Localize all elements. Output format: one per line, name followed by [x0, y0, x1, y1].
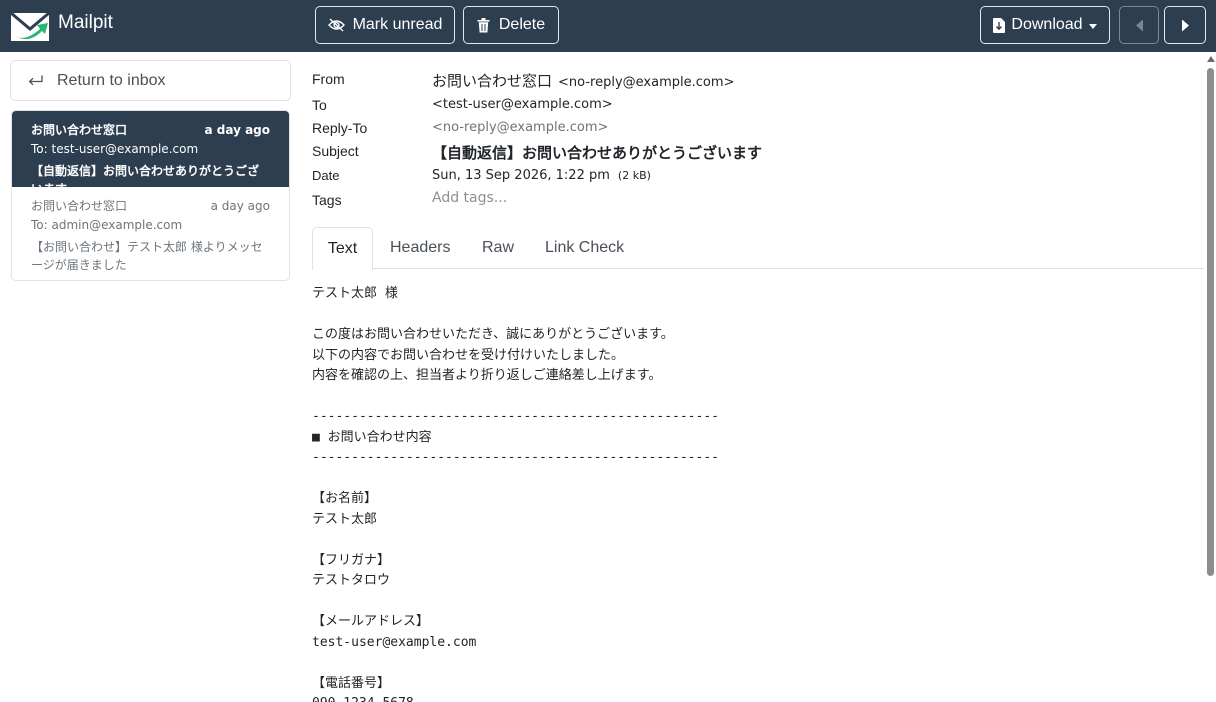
message-to: To: test-user@example.com [31, 142, 199, 156]
message-list: お問い合わせ窓口 a day ago To: test-user@example… [11, 110, 290, 281]
delete-button[interactable]: Delete [463, 6, 559, 44]
caret-left-icon [1135, 19, 1143, 31]
brand-name: Mailpit [58, 12, 113, 33]
delete-label: Delete [498, 16, 546, 33]
from-name: お問い合わせ窓口 [432, 72, 553, 90]
mark-unread-button[interactable]: Mark unread [315, 6, 455, 44]
brand[interactable]: Mailpit [10, 5, 113, 45]
tab-headers[interactable]: Headers [390, 227, 450, 269]
return-to-inbox-button[interactable]: Return to inbox [10, 60, 291, 101]
scrollbar-thumb[interactable] [1207, 68, 1214, 576]
date-label: Date [312, 168, 340, 183]
subject-label: Subject [312, 143, 359, 159]
reply-to-value[interactable]: <no-reply@example.com> [432, 120, 608, 135]
tab-raw[interactable]: Raw [482, 227, 514, 269]
message-to: To: admin@example.com [31, 218, 183, 232]
message-list-item[interactable]: お問い合わせ窓口 a day ago To: admin@example.com… [12, 188, 289, 280]
message-list-item-active[interactable]: お問い合わせ窓口 a day ago To: test-user@example… [12, 111, 289, 196]
subject-value: 【自動返信】お問い合わせありがとうございます [432, 144, 763, 162]
next-message-button[interactable] [1164, 6, 1206, 44]
return-arrow-icon [28, 75, 43, 85]
return-to-inbox-label: Return to inbox [57, 71, 166, 89]
tags-field [432, 190, 632, 206]
message-subject: 【お問い合わせ】テスト太郎 様よりメッセージが届きました [31, 240, 263, 272]
caret-right-icon [1181, 19, 1189, 31]
date-value: Sun, 13 Sep 2026, 1:22 pm [432, 168, 610, 183]
mailpit-logo-icon [10, 11, 50, 41]
from-label: From [312, 71, 345, 87]
message-body-text: テスト太郎 様 この度はお問い合わせいただき、誠にありがとうございます。 以下の… [312, 286, 719, 702]
tab-link-check[interactable]: Link Check [545, 227, 624, 269]
download-label: Download [1011, 16, 1083, 33]
message-tabs: Text Headers Raw Link Check [312, 227, 1204, 270]
trash-icon [477, 17, 490, 32]
previous-message-button[interactable] [1119, 6, 1159, 44]
message-size: (2 kB) [617, 169, 651, 182]
to-label: To [312, 97, 327, 113]
eye-slash-icon [327, 18, 345, 32]
mark-unread-label: Mark unread [352, 16, 443, 33]
reply-to-label: Reply-To [312, 120, 368, 136]
message-time: a day ago [210, 198, 270, 213]
tags-input[interactable] [432, 190, 632, 206]
top-navbar: Mailpit Mark unread Delete Download [0, 0, 1216, 52]
message-time: a day ago [204, 122, 270, 137]
message-from: お問い合わせ窓口 [31, 123, 128, 137]
to-value[interactable]: <test-user@example.com> [432, 97, 613, 112]
download-dropdown-button[interactable]: Download [980, 6, 1110, 44]
date-value-row: Sun, 13 Sep 2026, 1:22 pm (2 kB) [432, 168, 651, 183]
from-value: お問い合わせ窓口 <no-reply@example.com> [432, 70, 734, 91]
file-download-icon [993, 17, 1006, 33]
from-address[interactable]: <no-reply@example.com> [558, 75, 734, 90]
scroll-up-arrow-icon[interactable] [1207, 56, 1215, 62]
message-from: お問い合わせ窓口 [31, 199, 128, 213]
tab-text[interactable]: Text [312, 227, 373, 270]
chevron-down-icon [1088, 23, 1097, 29]
tags-label: Tags [312, 192, 342, 208]
